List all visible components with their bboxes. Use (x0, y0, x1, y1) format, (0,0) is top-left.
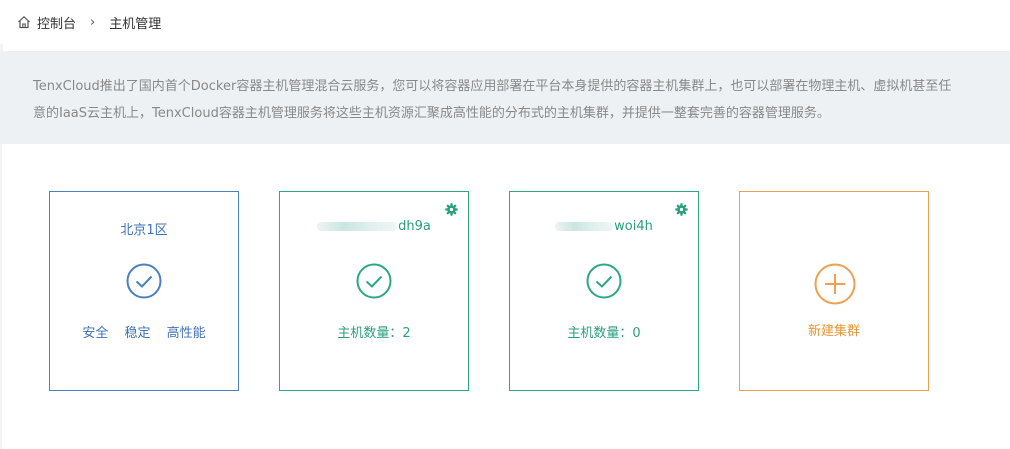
host-count: 主机数量：2 (337, 326, 411, 341)
host-count: 主机数量：0 (567, 326, 641, 341)
intro-banner: TenxCloud推出了国内首个Docker容器主机管理混合云服务，您可以将容器… (0, 51, 1010, 144)
home-icon[interactable] (17, 15, 31, 29)
check-circle-icon (586, 263, 622, 299)
plus-circle-icon (814, 263, 856, 305)
redacted-text (555, 222, 614, 231)
intro-text-line-2: 意的IaaS云主机上，TenxCloud容器主机管理服务将这些主机资源汇聚成高性… (33, 106, 830, 121)
breadcrumb-current-page: 主机管理 (109, 16, 162, 32)
breadcrumb: 控制台 › 主机管理 (0, 0, 1010, 44)
intro-text-line-1: TenxCloud推出了国内首个Docker容器主机管理混合云服务，您可以将容器… (33, 79, 952, 94)
feature-label: 安全 (82, 326, 109, 341)
new-cluster-label: 新建集群 (807, 324, 860, 339)
new-cluster-button[interactable]: 新建集群 (739, 191, 929, 391)
redacted-text (317, 222, 398, 231)
chevron-right-icon: › (90, 14, 96, 30)
breadcrumb-console-link[interactable]: 控制台 (37, 13, 76, 32)
gear-icon[interactable] (445, 203, 458, 216)
cluster-card-beijing[interactable]: 北京1区 安全 稳定 高性能 (49, 191, 239, 391)
cluster-card[interactable]: woi4h 主机数量：0 (509, 191, 699, 391)
check-circle-icon (126, 263, 162, 299)
cluster-name: dh9a (280, 219, 468, 234)
cluster-name: woi4h (510, 219, 698, 234)
cluster-features: 安全 稳定 高性能 (50, 322, 238, 341)
feature-label: 稳定 (124, 326, 151, 341)
gear-icon[interactable] (675, 203, 688, 216)
check-circle-icon (356, 263, 392, 299)
feature-label: 高性能 (166, 326, 206, 341)
cluster-name: 北京1区 (120, 223, 168, 238)
cluster-card[interactable]: dh9a 主机数量：2 (279, 191, 469, 391)
